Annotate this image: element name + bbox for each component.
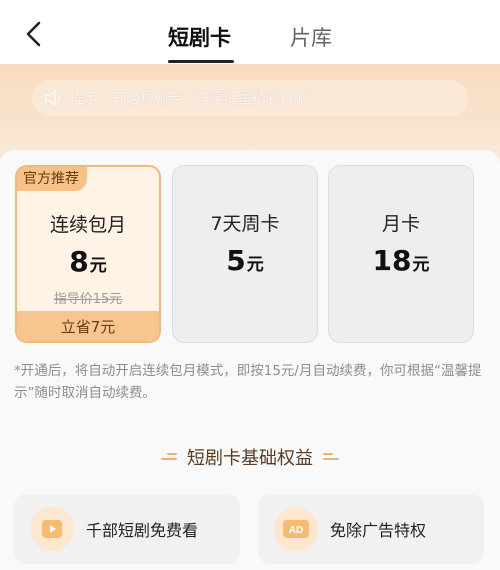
plan-name: 月卡 bbox=[381, 213, 420, 235]
ad-free-icon: AD bbox=[283, 520, 309, 538]
notice-text: 提示：开通短剧卡，尊享海量精彩短剧 bbox=[70, 91, 308, 107]
svg-text:AD: AD bbox=[289, 525, 303, 536]
price-unit: 元 bbox=[246, 255, 264, 275]
benefits-heading: 短剧卡基础权益 bbox=[0, 444, 500, 470]
recommended-badge: 官方推荐 bbox=[17, 167, 87, 191]
price-unit: 元 bbox=[412, 255, 430, 275]
plan-card-weekly[interactable]: 7天周卡 5元 bbox=[172, 165, 318, 343]
benefit-ad-free[interactable]: AD 免除广告特权 bbox=[258, 494, 484, 564]
auto-renew-footnote: *开通后，将自动开启连续包月模式，即按15元/月自动续费，你可根据“温馨提示”随… bbox=[14, 363, 482, 401]
heading-decoration-left bbox=[161, 451, 177, 463]
benefit-label: 千部短剧免费看 bbox=[86, 521, 199, 540]
tab-library[interactable]: 片库 bbox=[290, 22, 332, 52]
benefit-icon-bg: AD bbox=[274, 507, 318, 551]
price-value: 18 bbox=[372, 244, 412, 277]
speaker-icon bbox=[45, 90, 60, 106]
plan-name: 7天周卡 bbox=[210, 213, 280, 235]
benefit-icon-bg bbox=[30, 507, 74, 551]
plan-card-monthly[interactable]: 月卡 18元 bbox=[328, 165, 474, 343]
price-unit: 元 bbox=[89, 256, 107, 276]
benefit-free-dramas[interactable]: 千部短剧免费看 bbox=[14, 494, 240, 564]
savings-label: 立省7元 bbox=[17, 311, 159, 341]
plan-price: 18元 bbox=[329, 244, 473, 277]
plan-price: 5元 bbox=[173, 244, 317, 277]
benefit-label: 免除广告特权 bbox=[330, 521, 427, 540]
price-value: 5 bbox=[226, 244, 246, 277]
plan-name: 连续包月 bbox=[49, 214, 126, 236]
plan-price: 8元 bbox=[17, 245, 159, 278]
tab-short-drama-card[interactable]: 短剧卡 bbox=[168, 22, 231, 52]
benefits-title: 短剧卡基础权益 bbox=[187, 448, 313, 469]
back-button[interactable] bbox=[18, 18, 50, 50]
play-icon bbox=[42, 520, 62, 538]
plan-card-auto-monthly[interactable]: 官方推荐 连续包月 8元 指导价15元 立省7元 bbox=[15, 165, 161, 343]
notice-bar: 提示：开通短剧卡，尊享海量精彩短剧 bbox=[32, 80, 468, 116]
guide-price: 指导价15元 bbox=[53, 292, 123, 307]
back-arrow-icon bbox=[26, 21, 41, 47]
top-bar bbox=[0, 0, 500, 64]
active-tab-indicator bbox=[168, 60, 234, 63]
heading-decoration-right bbox=[323, 451, 339, 463]
price-value: 8 bbox=[69, 245, 89, 278]
